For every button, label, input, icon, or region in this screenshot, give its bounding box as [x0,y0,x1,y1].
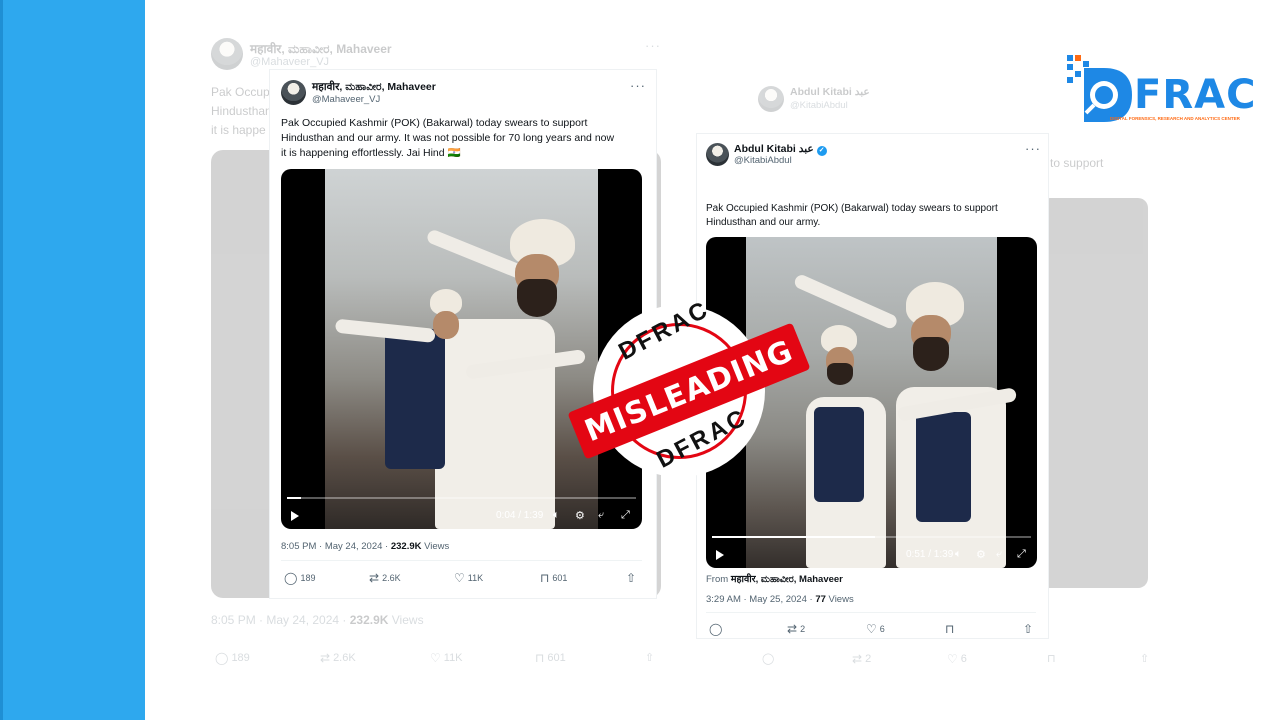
divider [706,612,1036,613]
retweet-icon: ⇄ [787,622,798,636]
reply-icon[interactable]: ◯ [709,622,722,636]
dfrac-logo-mark [1067,55,1132,122]
video-frame [746,237,1018,568]
video-progress-bar[interactable] [712,536,1031,538]
tweet-text-line: Hindusthan and our army. [706,217,821,228]
views-count: 232.9K [390,541,422,552]
progress-fill [287,497,301,499]
video-frame [325,169,598,529]
like-button: ♡ 11K [430,651,463,665]
video-progress-bar[interactable] [287,497,636,499]
tweet-text-line: Pak Occupied Kashmir (POK) (Bakarwal) to… [706,203,998,214]
bookmark-icon: ⊓ [1047,653,1056,665]
author-name[interactable]: महावीर, ಮಹಾವೀರ, Mahaveer [312,80,436,94]
avatar [211,38,243,70]
settings-icon[interactable]: ⚙ [976,548,986,561]
action-bar: ◯ ⇄ 2 ♡ 6 ⊓ ⇧ [709,622,1039,638]
replay-icon[interactable]: ⤶ [598,509,604,522]
retweet-button[interactable]: ⇄ 2 [787,622,805,636]
author-name: महावीर, ಮಹಾವೀರ, Mahaveer [250,42,392,56]
reply-icon: ◯ [762,653,775,665]
tweet-text-line: it is happe [211,123,266,137]
video-placeholder [1040,198,1148,588]
reply-icon: ◯ [284,571,298,585]
avatar[interactable] [281,80,306,105]
brand-tagline: DIGITAL FORENSICS, RESEARCH AND ANALYTIC… [1110,116,1240,121]
avatar [758,86,784,112]
author-handle: @KitabiAbdul [790,100,848,111]
reply-button[interactable]: ◯ 189 [284,571,315,585]
bookmark-icon[interactable]: ⊓ [945,622,954,636]
heart-icon: ♡ [947,652,958,666]
heart-icon: ♡ [866,622,877,636]
more-options-icon[interactable]: ··· [630,78,646,93]
fullscreen-icon[interactable]: ⤢ [1017,548,1026,561]
volume-icon[interactable]: 🔈︎ [553,509,560,522]
reply-icon: ◯ [215,651,229,665]
more-icon: ··· [645,38,661,53]
author-handle: @Mahaveer_VJ [250,56,330,68]
bookmark-button[interactable]: ⊓ 601 [540,571,567,585]
dfrac-logo: FRAC DIGITAL FORENSICS, RESEARCH AND ANA… [1064,50,1264,126]
share-icon[interactable]: ⇧ [1023,622,1033,636]
tweet-text-line: it is happening effortlessly. Jai Hind 🇮… [281,147,461,159]
views-count: 77 [815,594,826,605]
more-options-icon[interactable]: ··· [1025,141,1041,156]
retweet-button: ⇄ 2 [852,652,872,666]
left-accent-bar [0,0,145,720]
retweet-icon: ⇄ [852,652,863,666]
replay-icon[interactable]: ⤶ [996,548,1002,561]
like-button[interactable]: ♡ 11K [454,571,483,585]
timestamp[interactable]: 3:29 AM · May 25, 2024 · [706,594,815,605]
views-label: Views [421,541,450,552]
tweet-meta: 8:05 PM · May 24, 2024 · 232.9K Views [211,613,424,627]
bookmark-button: ⊓ 601 [535,651,566,665]
from-attribution: From महावीर, ಮಹಾವೀರ, Mahaveer [706,574,843,585]
fullscreen-icon[interactable]: ⤢ [621,509,630,522]
action-bar: ◯ 189 ⇄ 2.6K ♡ 11K ⊓ 601 ⇧ [284,571,644,587]
video-player[interactable]: 0:04 / 1:39 🔈︎ ⚙ ⤶ ⤢ [281,169,642,529]
from-author-link[interactable]: महावीर, ಮಹಾವೀರ, Mahaveer [731,574,843,585]
tweet-card-mahaveer: महावीर, ಮಹಾವೀರ, Mahaveer @Mahaveer_VJ ··… [270,70,656,598]
reply-button: ◯ 189 [215,651,250,665]
author-name: Abdul Kitabi عبد [790,86,870,98]
retweet-button: ⇄ 2.6K [320,651,356,665]
play-icon[interactable] [291,511,299,521]
tweet-text-line: Pak Occupied Kashmir (POK) (Bakarwal) to… [281,117,588,129]
video-controls: 0:04 / 1:39 🔈︎ ⚙ ⤶ ⤢ [281,495,642,529]
tweet-meta: 3:29 AM · May 25, 2024 · 77 Views [706,594,854,605]
like-button[interactable]: ♡ 6 [866,622,885,636]
bookmark-icon: ⊓ [540,571,550,585]
bookmark-icon: ⊓ [535,651,545,665]
share-icon[interactable]: ⇧ [626,571,636,585]
views-label: Views [825,594,854,605]
like-button: ♡ 6 [947,652,967,666]
video-time: 0:51 / 1:39 [906,549,954,560]
share-icon: ⇧ [645,652,655,664]
settings-icon[interactable]: ⚙ [575,509,585,522]
brand-name: FRAC [1134,72,1257,118]
retweet-icon: ⇄ [320,651,331,665]
avatar[interactable] [706,143,729,166]
tweet-text-line: Hindusthan and our army. It was not poss… [281,132,615,144]
share-icon: ⇧ [1140,653,1150,665]
video-time: 0:04 / 1:39 [496,510,544,521]
heart-icon: ♡ [454,571,465,585]
play-icon[interactable] [716,550,724,560]
author-handle[interactable]: @KitabiAbdul [734,155,792,166]
retweet-icon: ⇄ [369,571,380,585]
progress-fill [712,536,875,538]
tweet-text-line: Hindusthan [211,104,272,118]
divider [281,560,642,561]
retweet-button[interactable]: ⇄ 2.6K [369,571,401,585]
heart-icon: ♡ [430,651,441,665]
tweet-text-fragment: to support [1050,156,1104,170]
timestamp[interactable]: 8:05 PM · May 24, 2024 · [281,541,391,552]
tweet-meta: 8:05 PM · May 24, 2024 · 232.9K Views [281,541,449,552]
video-controls: 0:51 / 1:39 🔈︎ ⚙ ⤶ ⤢ [706,534,1037,568]
volume-icon[interactable]: 🔈︎ [955,548,962,561]
author-handle[interactable]: @Mahaveer_VJ [312,94,380,105]
verified-badge-icon: ✓ [816,146,827,156]
